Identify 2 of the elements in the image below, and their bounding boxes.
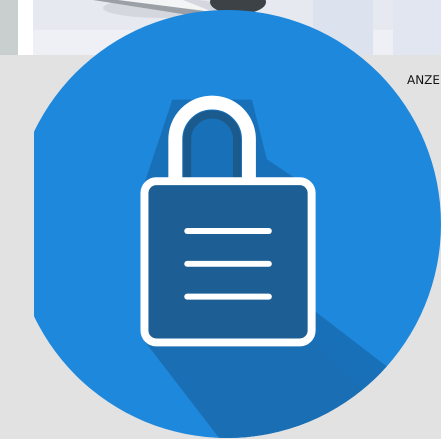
heading-text: ANZE	[407, 73, 441, 87]
sidebar-background	[0, 0, 33, 55]
